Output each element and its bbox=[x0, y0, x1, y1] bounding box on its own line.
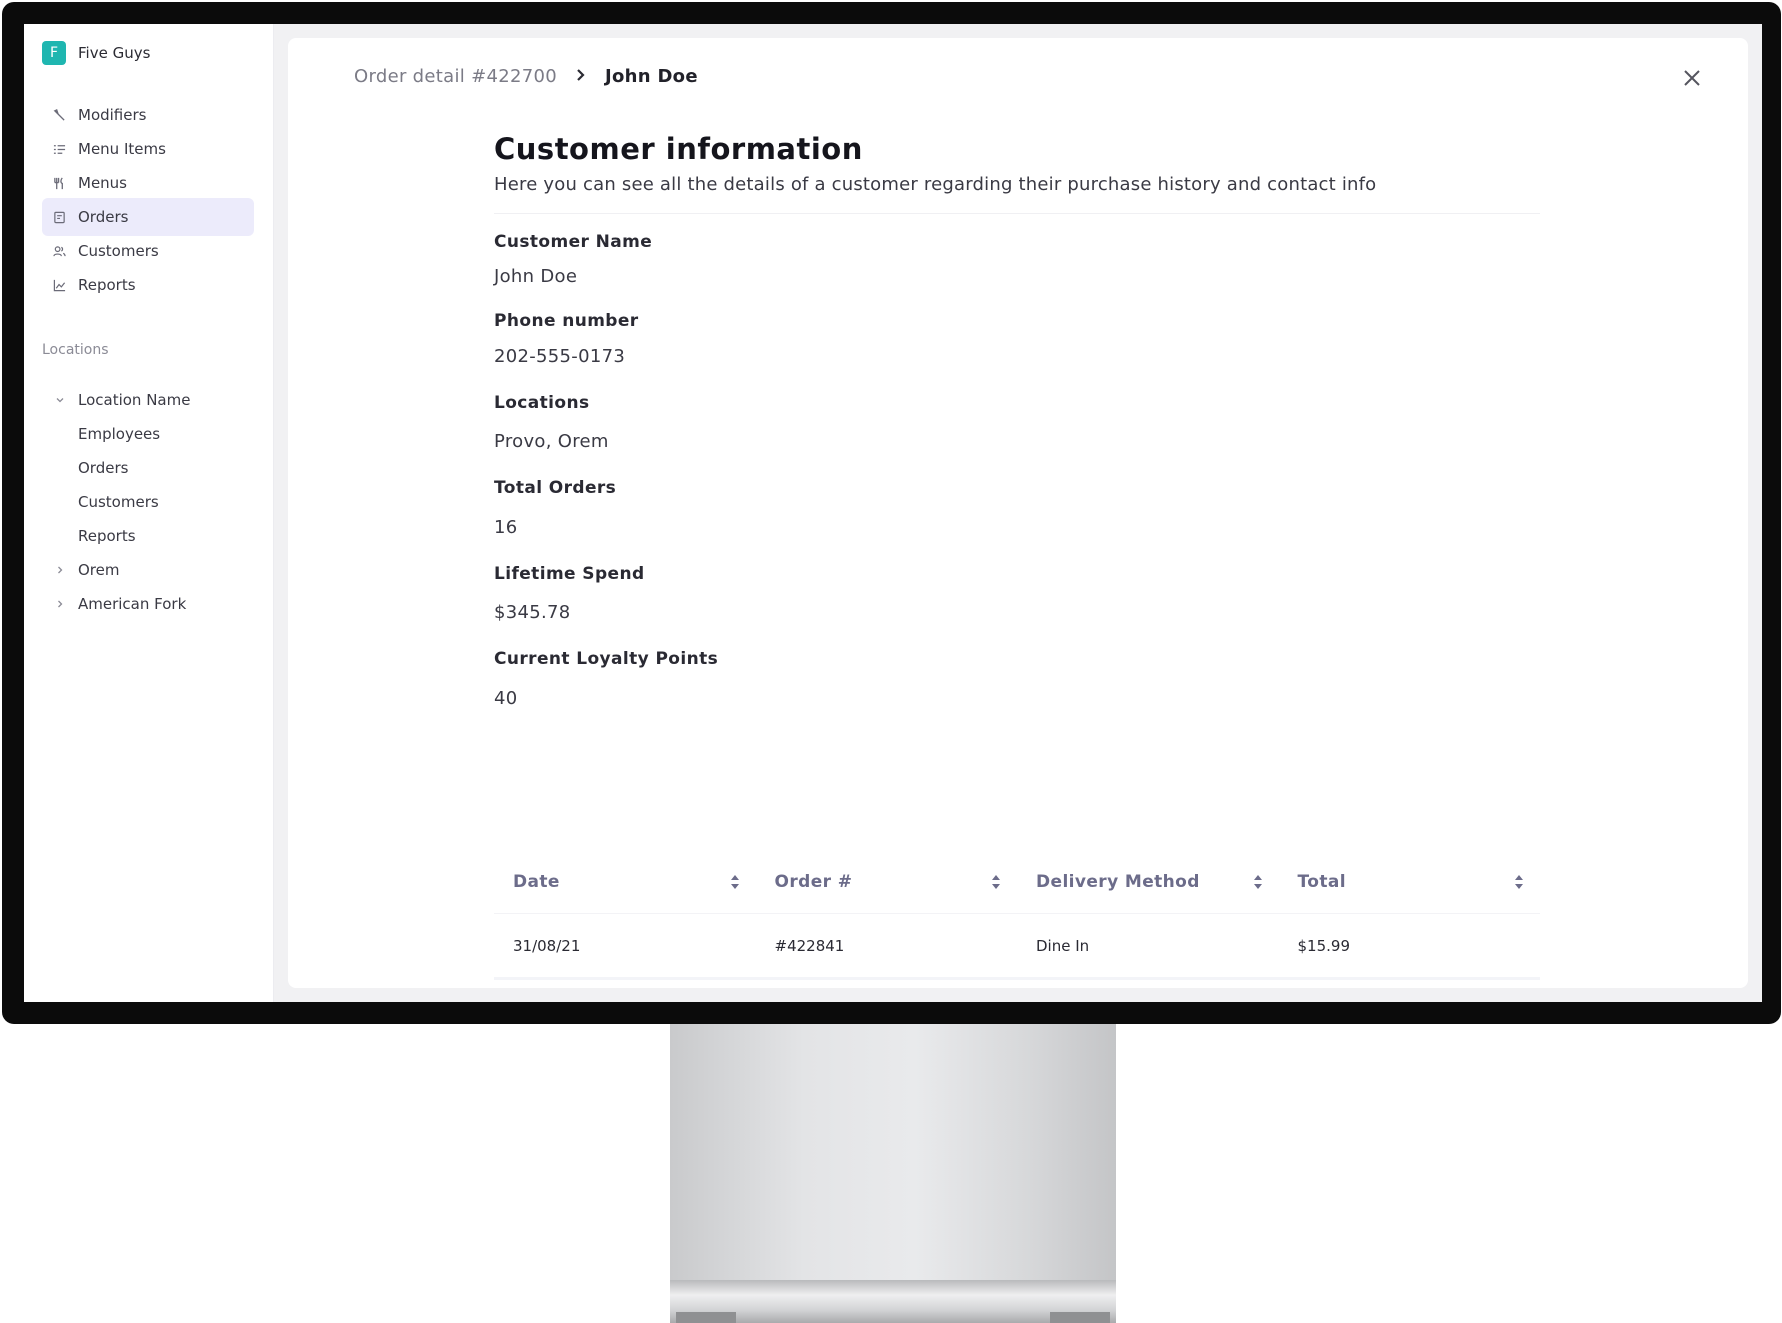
column-header-date[interactable]: Date bbox=[494, 872, 756, 892]
field-value-loyalty-points: 40 bbox=[494, 688, 518, 709]
receipt-icon bbox=[52, 210, 66, 224]
column-label: Total bbox=[1297, 871, 1346, 892]
location-item-american-fork[interactable]: American Fork bbox=[42, 587, 254, 621]
close-icon bbox=[1684, 70, 1700, 86]
utensils-icon bbox=[52, 176, 66, 190]
breadcrumb-current: John Doe bbox=[604, 66, 698, 87]
sidebar-item-label: Menu Items bbox=[78, 140, 166, 158]
page-subtitle: Here you can see all the details of a cu… bbox=[494, 174, 1377, 195]
sidebar-item-customers[interactable]: Customers bbox=[42, 232, 254, 270]
customer-detail-panel: Order detail #422700 John Doe Customer i… bbox=[288, 38, 1748, 988]
chevron-down-icon bbox=[52, 395, 68, 405]
sidebar-item-menus[interactable]: Menus bbox=[42, 164, 254, 202]
location-label: Location Name bbox=[78, 391, 191, 409]
sort-icon bbox=[991, 874, 1001, 890]
chart-icon bbox=[52, 278, 66, 292]
field-value-phone: 202-555-0173 bbox=[494, 346, 626, 367]
cell-total: $15.99 bbox=[1297, 936, 1351, 955]
sidebar-item-orders[interactable]: Orders bbox=[42, 198, 254, 236]
field-label-customer-name: Customer Name bbox=[494, 232, 653, 252]
orders-table: Date Order # Delivery Method Total 31/08… bbox=[494, 850, 1540, 980]
breadcrumb: Order detail #422700 John Doe bbox=[354, 66, 698, 87]
monitor-stand bbox=[670, 1024, 1116, 1323]
users-icon bbox=[52, 244, 66, 258]
column-header-total[interactable]: Total bbox=[1279, 872, 1541, 892]
location-sub-item-reports[interactable]: Reports bbox=[78, 519, 136, 553]
customer-info-section: Customer information Here you can see al… bbox=[494, 132, 1540, 709]
column-header-delivery-method[interactable]: Delivery Method bbox=[1017, 872, 1279, 892]
field-label-total-orders: Total Orders bbox=[494, 478, 617, 498]
field-value-locations: Provo, Orem bbox=[494, 431, 609, 452]
cell-date: 31/08/21 bbox=[513, 936, 581, 955]
location-sub-item-orders[interactable]: Orders bbox=[78, 451, 128, 485]
brand[interactable]: F Five Guys bbox=[42, 41, 150, 65]
sidebar-item-menu-items[interactable]: Menu Items bbox=[42, 130, 254, 168]
field-label-lifetime-spend: Lifetime Spend bbox=[494, 564, 645, 584]
column-label: Date bbox=[513, 871, 560, 892]
field-label-loyalty-points: Current Loyalty Points bbox=[494, 649, 719, 669]
screen: F Five Guys Modifiers Menu Items Menus O… bbox=[24, 24, 1762, 1002]
sidebar-item-label: Menus bbox=[78, 174, 127, 192]
brand-name: Five Guys bbox=[78, 44, 151, 62]
sort-icon bbox=[730, 874, 740, 890]
list-icon bbox=[52, 142, 66, 156]
sidebar-item-reports[interactable]: Reports bbox=[42, 266, 254, 304]
locations-section-label: Locations bbox=[42, 342, 109, 358]
brand-logo: F bbox=[42, 41, 66, 65]
sort-icon bbox=[1253, 874, 1263, 890]
location-item-orem[interactable]: Orem bbox=[42, 553, 254, 587]
close-button[interactable] bbox=[1680, 66, 1704, 90]
field-label-locations: Locations bbox=[494, 393, 590, 413]
cell-order-number: #422841 bbox=[774, 936, 845, 955]
location-item-location-name[interactable]: Location Name bbox=[42, 383, 254, 417]
chevron-right-icon bbox=[52, 565, 68, 575]
field-value-total-orders: 16 bbox=[494, 517, 518, 538]
sidebar-item-label: Orders bbox=[78, 208, 129, 226]
divider bbox=[494, 213, 1540, 214]
location-label: American Fork bbox=[78, 595, 187, 613]
column-header-order-number[interactable]: Order # bbox=[756, 872, 1018, 892]
column-label: Delivery Method bbox=[1036, 871, 1200, 892]
table-header: Date Order # Delivery Method Total bbox=[494, 850, 1540, 914]
field-value-customer-name: John Doe bbox=[494, 266, 578, 287]
monitor-foot-right bbox=[1050, 1312, 1110, 1323]
sidebar-item-label: Reports bbox=[78, 276, 136, 294]
breadcrumb-parent[interactable]: Order detail #422700 bbox=[354, 66, 557, 87]
field-label-phone: Phone number bbox=[494, 311, 639, 331]
sidebar-item-label: Customers bbox=[78, 242, 159, 260]
location-sub-item-employees[interactable]: Employees bbox=[78, 417, 160, 451]
chevron-right-icon bbox=[575, 67, 587, 86]
sidebar: F Five Guys Modifiers Menu Items Menus O… bbox=[24, 24, 274, 1002]
page-title: Customer information bbox=[494, 132, 863, 166]
location-sub-item-customers[interactable]: Customers bbox=[78, 485, 159, 519]
field-value-lifetime-spend: $345.78 bbox=[494, 602, 571, 623]
sidebar-item-modifiers[interactable]: Modifiers bbox=[42, 96, 254, 134]
chevron-right-icon bbox=[52, 599, 68, 609]
location-label: Orem bbox=[78, 561, 120, 579]
table-row[interactable]: 31/08/21 #422841 Dine In $15.99 bbox=[494, 914, 1540, 980]
sort-icon bbox=[1514, 874, 1524, 890]
sidebar-item-label: Modifiers bbox=[78, 106, 147, 124]
monitor-foot-left bbox=[676, 1312, 736, 1323]
wrench-icon bbox=[52, 108, 66, 122]
column-label: Order # bbox=[774, 871, 853, 892]
cell-delivery-method: Dine In bbox=[1036, 936, 1090, 955]
